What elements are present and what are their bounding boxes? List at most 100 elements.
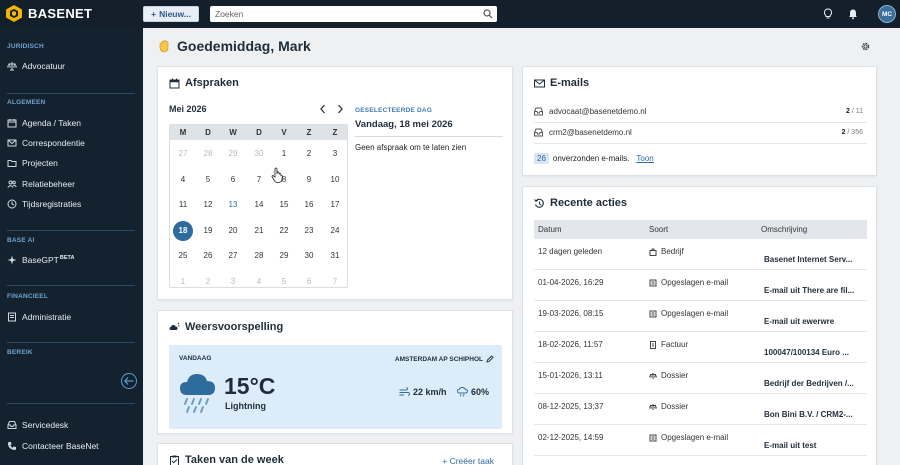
calendar-grid: MDWDVZZ 27 28 29 30 1 2 3 4 5 6 7 8 9 10 11 12 13 14 15 16 1… (169, 124, 348, 288)
calendar-day[interactable]: 1 (274, 144, 294, 164)
calendar-day[interactable]: 28 (249, 246, 269, 266)
inbox-icon (534, 107, 543, 116)
scale-icon (7, 62, 17, 71)
calendar-day[interactable]: 23 (299, 221, 319, 241)
calendar-day[interactable]: 9 (299, 170, 319, 190)
calendar-day[interactable]: 20 (223, 221, 243, 241)
calendar-day[interactable]: 14 (249, 195, 269, 215)
calendar-day[interactable]: 29 (274, 246, 294, 266)
unsent-text: onverzonden e-mails. (552, 154, 630, 163)
email-account-row[interactable]: advocaat@basenetdemo.nl 2 / 11 (534, 101, 867, 122)
plus-icon: + (151, 9, 157, 19)
user-avatar[interactable]: MC (878, 5, 896, 23)
calendar-day[interactable]: 15 (274, 195, 294, 215)
sidebar-item-administratie[interactable]: Administratie (7, 309, 135, 325)
new-button[interactable]: + Nieuw... (143, 6, 199, 22)
gear-icon[interactable] (860, 41, 871, 52)
calendar-day[interactable]: 31 (325, 246, 345, 266)
bell-icon[interactable] (847, 8, 859, 20)
calendar-day[interactable]: 30 (299, 246, 319, 266)
calendar-day[interactable]: 12 (198, 195, 218, 215)
calendar-day[interactable]: 7 (249, 170, 269, 190)
app-name: BASENET (28, 6, 93, 21)
show-unsent-link[interactable]: Toon (636, 154, 653, 163)
calendar-day[interactable]: 2 (299, 144, 319, 164)
search-input[interactable] (215, 9, 475, 19)
weather-location[interactable]: AMSTERDAM AP SCHIPHOL (395, 355, 494, 363)
calendar-day[interactable]: 21 (249, 221, 269, 241)
calendar-day[interactable]: 16 (299, 195, 319, 215)
calendar-day[interactable]: 1 (173, 272, 193, 292)
calendar-day[interactable]: 25 (173, 246, 193, 266)
sidebar-item-projecten[interactable]: Projecten (7, 155, 135, 171)
sidebar-item-servicedesk[interactable]: Servicedesk (7, 417, 135, 433)
search-icon[interactable] (483, 9, 493, 19)
calendar-day[interactable]: 29 (223, 144, 243, 164)
sidebar-divider (7, 285, 135, 286)
calendar-day[interactable]: 28 (198, 144, 218, 164)
lightbulb-icon[interactable] (822, 8, 834, 20)
recent-actions-card: Recente acties Datum Soort Omschrijving … (522, 186, 877, 465)
calendar-day[interactable]: 19 (198, 221, 218, 241)
table-row[interactable]: 15-01-2026, 13:11 Dossier Bedrijf der Bedr… (534, 363, 867, 394)
calendar-day[interactable]: 22 (274, 221, 294, 241)
calendar-day[interactable]: 7 (325, 272, 345, 292)
greeting-text: Goedemiddag, Mark (177, 38, 311, 54)
calendar-day[interactable]: 4 (173, 170, 193, 190)
table-row[interactable]: 12 dagen geleden Bedrijf Basenet Internet … (534, 239, 867, 270)
recent-actions-title: Recente acties (534, 197, 627, 209)
basenet-logo-icon (6, 5, 22, 22)
chevron-right-icon[interactable] (336, 104, 344, 114)
calendar-day[interactable]: 6 (299, 272, 319, 292)
email-count: 2 / 11 (846, 108, 863, 115)
calendar-day[interactable]: 3 (223, 272, 243, 292)
calendar-day[interactable]: 3 (325, 144, 345, 164)
column-header-date[interactable]: Datum (538, 225, 562, 234)
calendar-day[interactable]: 27 (223, 246, 243, 266)
email-account-row[interactable]: crm2@basenetdemo.nl 2 / 356 (534, 122, 867, 143)
calendar-day[interactable]: 26 (198, 246, 218, 266)
calendar-day[interactable]: 13 (223, 195, 243, 215)
pencil-icon[interactable] (486, 355, 494, 363)
case-scale-icon (649, 372, 657, 379)
create-task-label: Creëer taak (449, 456, 494, 465)
sidebar-item-agenda[interactable]: Agenda / Taken (7, 115, 135, 131)
sidebar-item-advocatuur[interactable]: Advocatuur (7, 58, 135, 74)
sidebar-item-tijdsregistraties[interactable]: Tijdsregistraties (7, 196, 135, 212)
sidebar-item-basegpt[interactable]: BaseGPTBETA (7, 252, 135, 268)
calendar-day[interactable]: 30 (249, 144, 269, 164)
row-date: 08-12-2025, 13:37 (538, 402, 604, 411)
appointments-title-text: Afspraken (185, 77, 239, 89)
sidebar-item-correspondentie[interactable]: Correspondentie (7, 135, 135, 151)
chevron-left-icon[interactable] (319, 104, 327, 114)
column-header-kind[interactable]: Soort (649, 225, 668, 234)
collapse-sidebar-button[interactable] (121, 373, 137, 389)
weather-title: Weersvoorspelling (169, 321, 283, 333)
table-row[interactable]: 02-12-2025, 14:59 Opgeslagen e-mail E-mail… (534, 425, 867, 456)
calendar-day[interactable]: 17 (325, 195, 345, 215)
table-row[interactable]: 08-12-2025, 13:37 Dossier Bon Bini B.V. / … (534, 394, 867, 425)
calendar-day[interactable]: 5 (274, 272, 294, 292)
table-row[interactable]: 02-12-2025, 14:53Opgeslagen e-mail (534, 456, 867, 465)
calendar-day[interactable]: 11 (173, 195, 193, 215)
calendar-day[interactable]: 2 (198, 272, 218, 292)
weather-panel: VANDAAG AMSTERDAM AP SCHIPHOL 15°C Light… (169, 345, 502, 429)
calendar-day[interactable]: 4 (249, 272, 269, 292)
calendar-day[interactable]: 18 (173, 220, 193, 241)
basegpt-label: BaseGPT (22, 255, 59, 265)
calendar-day[interactable]: 24 (325, 221, 345, 241)
create-task-link[interactable]: + Creëer taak (442, 456, 494, 465)
calendar-day[interactable]: 6 (223, 170, 243, 190)
calendar-day[interactable]: 5 (198, 170, 218, 190)
column-header-description[interactable]: Omschrijving (761, 225, 807, 234)
sidebar-item-relatiebeheer[interactable]: Relatiebeheer (7, 176, 135, 192)
table-row[interactable]: 19-03-2026, 08:15 Opgeslagen e-mail E-mail… (534, 301, 867, 332)
sidebar-item-contacteer[interactable]: Contacteer BaseNet (7, 438, 135, 454)
calendar-day[interactable]: 27 (173, 144, 193, 164)
app-logo[interactable]: BASENET (6, 5, 92, 22)
table-row[interactable]: 18-02-2026, 11:57 Factuur 100047/100134 Eu… (534, 332, 867, 363)
sidebar-divider (7, 342, 135, 343)
inbox-icon (7, 421, 17, 429)
table-row[interactable]: 01-04-2026, 16:29 Opgeslagen e-mail E-mail… (534, 270, 867, 301)
calendar-day[interactable]: 10 (325, 170, 345, 190)
